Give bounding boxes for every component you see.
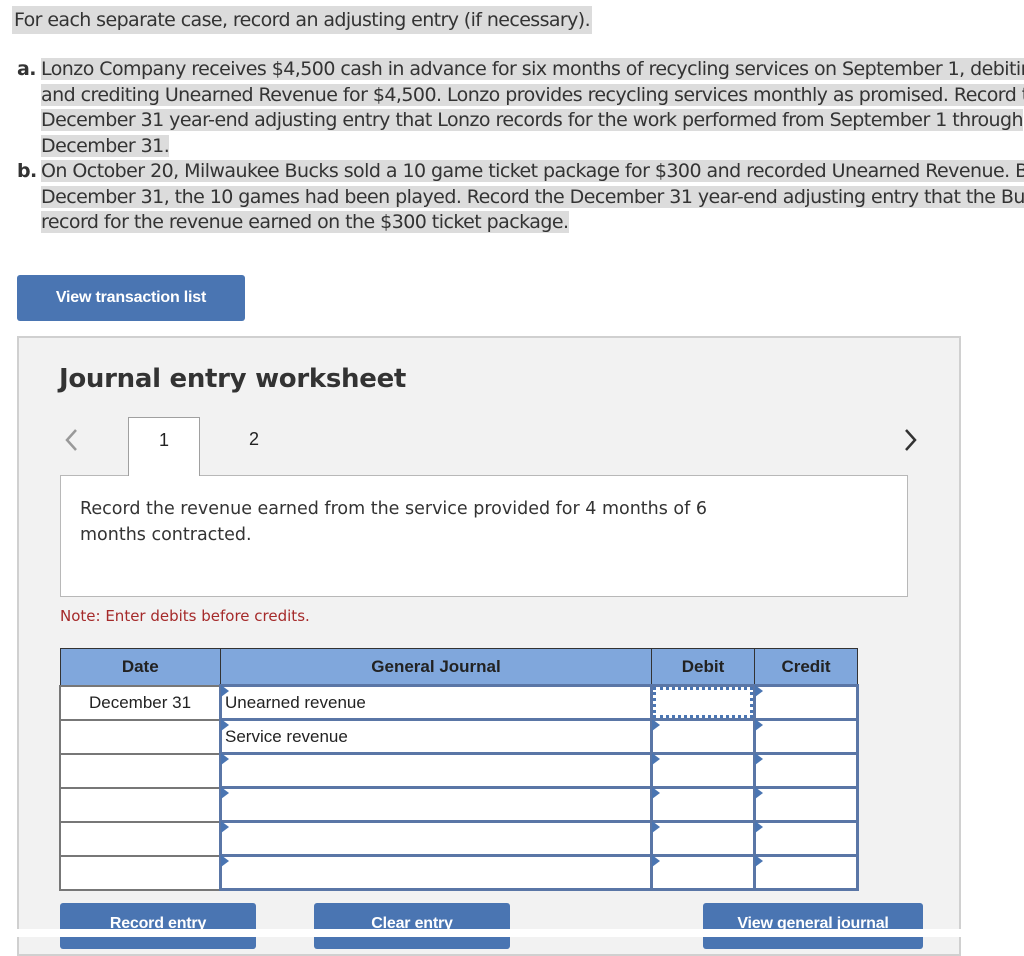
credit-input[interactable] [756,823,856,854]
debit-input-cell [650,854,756,891]
journal-row [59,854,859,891]
viewport-cutoff [0,929,1024,937]
account-input-cell [219,854,653,891]
debit-input[interactable] [653,687,753,718]
dropdown-indicator-icon [221,685,229,697]
credit-input-cell [753,854,859,891]
debit-input[interactable] [653,721,753,752]
account-input-cell: Unearned revenue [219,684,653,721]
debit-input[interactable] [653,857,753,888]
credit-input[interactable] [756,721,856,752]
header-general-journal: General Journal [220,648,652,686]
account-input-cell [219,752,653,789]
record-entry-button[interactable]: Record entry [60,903,256,949]
account-input[interactable] [222,755,650,786]
header-date: Date [59,648,221,686]
date-cell[interactable] [59,820,222,857]
journal-row [59,752,859,789]
date-cell[interactable] [59,752,222,789]
case-a: a. Lonzo Company receives $4,500 cash in… [17,57,1024,159]
account-input-cell [219,820,653,857]
account-input[interactable] [222,823,650,854]
date-cell[interactable]: December 31 [59,684,222,721]
dropdown-indicator-icon [221,753,229,765]
dropdown-indicator-icon [221,855,229,867]
dropdown-indicator-icon [652,753,660,765]
prompt-text: Record the revenue earned from the servi… [80,499,708,545]
case-a-text: Lonzo Company receives $4,500 cash in ad… [41,58,1024,157]
view-transaction-list-button[interactable]: View transaction list [17,275,245,321]
credit-input-cell [753,786,859,823]
credit-input[interactable] [756,857,856,888]
dropdown-indicator-icon [652,821,660,833]
dropdown-indicator-icon [755,855,763,867]
date-cell[interactable] [59,718,222,755]
debit-input-cell [650,752,756,789]
tab-1[interactable]: 1 [128,417,200,476]
chevron-right-icon[interactable] [899,426,921,454]
credit-input-cell [753,684,859,721]
dropdown-indicator-icon [652,855,660,867]
case-b: b. On October 20, Milwaukee Bucks sold a… [17,159,1024,236]
account-input[interactable] [222,789,650,820]
case-text: Lonzo Company receives $4,500 cash in ad… [41,57,1024,159]
debit-input-cell [650,684,756,721]
account-input[interactable]: Service revenue [222,721,650,752]
dropdown-indicator-icon [755,753,763,765]
debit-input-cell [650,718,756,755]
dropdown-indicator-icon [755,719,763,731]
journal-row [59,786,859,823]
header-credit: Credit [754,648,858,686]
prompt-box: Record the revenue earned from the servi… [60,475,908,597]
journal-row [59,820,859,857]
journal-row: Service revenue [59,718,859,755]
note-text: Note: Enter debits before credits. [60,607,310,625]
case-label: a. [17,58,37,80]
instructions: For each separate case, record an adjust… [12,6,593,34]
dropdown-indicator-icon [221,787,229,799]
tab-2[interactable]: 2 [218,417,290,475]
case-list: a. Lonzo Company receives $4,500 cash in… [17,57,1024,236]
case-text: On October 20, Milwaukee Bucks sold a 10… [41,159,1024,236]
account-input[interactable]: Unearned revenue [222,687,650,718]
credit-input[interactable] [756,789,856,820]
debit-input-cell [650,820,756,857]
journal-row: December 31 Unearned revenue [59,684,859,721]
dropdown-indicator-icon [221,821,229,833]
dropdown-indicator-icon [755,787,763,799]
dropdown-indicator-icon [755,685,763,697]
clear-entry-button[interactable]: Clear entry [314,903,510,949]
case-label: b. [17,160,37,182]
account-input-cell [219,786,653,823]
header-debit: Debit [651,648,755,686]
debit-input[interactable] [653,755,753,786]
account-input[interactable] [222,857,650,888]
journal-entry-worksheet: Journal entry worksheet 1 2 Record the r… [17,336,961,956]
chevron-left-icon[interactable] [61,426,83,454]
dropdown-indicator-icon [652,787,660,799]
account-input-cell: Service revenue [219,718,653,755]
dropdown-indicator-icon [652,719,660,731]
credit-input-cell [753,752,859,789]
credit-input[interactable] [756,755,856,786]
case-b-text: On October 20, Milwaukee Bucks sold a 10… [41,160,1024,233]
journal-header-row: Date General Journal Debit Credit [59,648,858,686]
dropdown-indicator-icon [755,821,763,833]
credit-input-cell [753,718,859,755]
credit-input[interactable] [756,687,856,718]
view-general-journal-button[interactable]: View general journal [703,903,923,949]
credit-input-cell [753,820,859,857]
date-cell[interactable] [59,786,222,823]
debit-input-cell [650,786,756,823]
journal-table: Date General Journal Debit Credit Decemb… [59,648,859,891]
debit-input[interactable] [653,823,753,854]
dropdown-indicator-icon [221,719,229,731]
worksheet-title: Journal entry worksheet [59,364,407,394]
date-cell[interactable] [59,854,222,891]
debit-input[interactable] [653,789,753,820]
